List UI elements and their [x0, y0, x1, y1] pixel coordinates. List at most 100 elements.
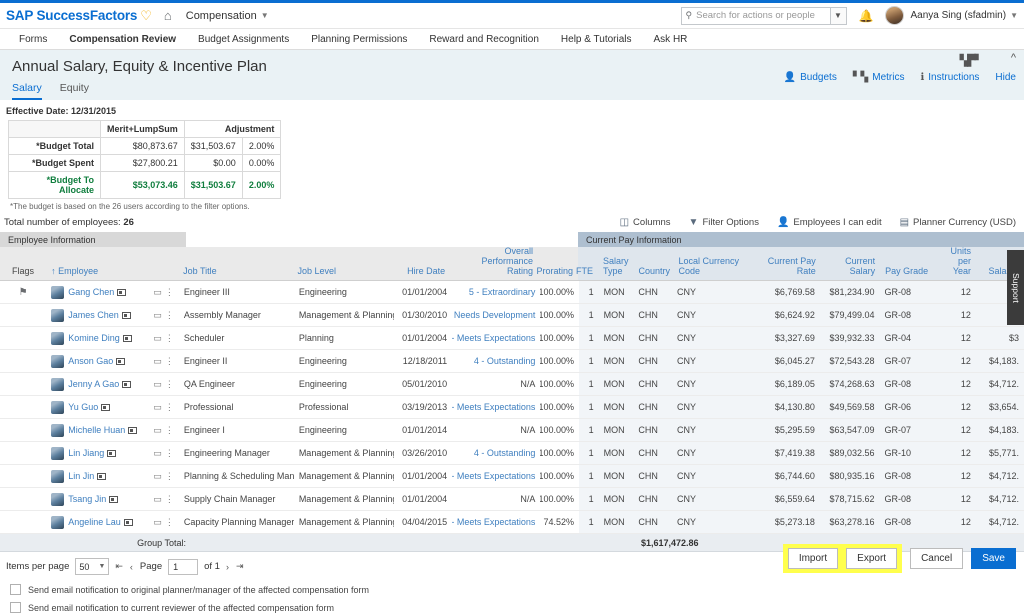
col-fte[interactable]: FTE — [576, 247, 599, 280]
flag-cell[interactable] — [0, 442, 46, 464]
table-row[interactable]: Angeline Lau ▭ ⋮ Capacity Planning Manager M… — [0, 511, 1024, 534]
col-job-title[interactable]: Job Title — [178, 247, 292, 280]
avatar[interactable] — [885, 6, 905, 25]
prev-page-button[interactable]: ‹ — [130, 562, 134, 572]
more-options-icon[interactable]: ⋮ — [165, 356, 174, 367]
col-prorating[interactable]: Prorating — [536, 247, 578, 280]
nav-item-ask-hr[interactable]: Ask HR — [643, 29, 699, 50]
comment-icon[interactable]: ▭ — [153, 448, 162, 459]
more-options-icon[interactable]: ⋮ — [165, 402, 174, 413]
employee-card-icon[interactable] — [101, 403, 111, 411]
flag-cell[interactable] — [0, 465, 46, 487]
comment-icon[interactable]: ▭ — [153, 494, 162, 505]
comment-icon[interactable]: ▭ — [153, 287, 162, 298]
employee-card-icon[interactable] — [122, 334, 132, 342]
employee-name[interactable]: Lin Jin — [68, 471, 94, 481]
flag-cell[interactable] — [0, 419, 46, 441]
import-button[interactable]: Import — [787, 548, 839, 569]
comment-icon[interactable]: ▭ — [153, 425, 162, 436]
flag-cell[interactable] — [0, 304, 46, 326]
more-options-icon[interactable]: ⋮ — [165, 333, 174, 344]
support-tab[interactable]: Support — [1007, 250, 1024, 325]
col-job-level[interactable]: Job Level — [293, 247, 393, 280]
home-icon[interactable]: ⌂ — [164, 8, 172, 23]
employee-cell[interactable]: Lin Jin — [46, 465, 147, 487]
employee-cell[interactable]: Michelle Huan — [46, 419, 147, 441]
nav-item-budget-assignments[interactable]: Budget Assignments — [187, 29, 300, 50]
flag-cell[interactable] — [0, 350, 46, 372]
more-options-icon[interactable]: ⋮ — [165, 425, 174, 436]
comment-icon[interactable]: ▭ — [153, 402, 162, 413]
items-per-page-select[interactable]: 50 ▼ — [75, 558, 110, 575]
flag-cell[interactable] — [0, 488, 46, 510]
metrics-button[interactable]: ▘▚ Metrics — [853, 72, 905, 83]
filter-options-button[interactable]: ▼ Filter Options — [689, 217, 759, 228]
employee-cell[interactable]: Komine Ding — [46, 327, 147, 349]
chevron-down-icon[interactable]: ▼ — [261, 11, 269, 20]
employee-cell[interactable]: Jenny A Gao — [46, 373, 147, 395]
module-selector[interactable]: Compensation — [186, 10, 257, 22]
employee-name[interactable]: Anson Gao — [68, 356, 113, 366]
table-row[interactable]: Jenny A Gao ▭ ⋮ QA Engineer Engineering 05/01… — [0, 373, 1024, 396]
employee-cell[interactable]: Gang Chen — [46, 281, 147, 303]
employee-name[interactable]: Jenny A Gao — [68, 379, 119, 389]
table-row[interactable]: Yu Guo ▭ ⋮ Professional Professional 03/19/20… — [0, 396, 1024, 419]
checkbox-row[interactable]: Send email notification to original plan… — [10, 584, 1016, 595]
table-row[interactable]: Tsang Jin ▭ ⋮ Supply Chain Manager Managemen… — [0, 488, 1024, 511]
flag-cell[interactable] — [0, 396, 46, 418]
employee-cell[interactable]: Tsang Jin — [46, 488, 147, 510]
user-menu-chevron-icon[interactable]: ▼ — [1010, 11, 1018, 20]
col-salary-type[interactable]: Salary Type — [598, 247, 634, 280]
table-row[interactable]: James Chen ▭ ⋮ Assembly Manager Management &… — [0, 304, 1024, 327]
nav-item-forms[interactable]: Forms — [8, 29, 58, 50]
employee-card-icon[interactable] — [121, 311, 131, 319]
comment-icon[interactable]: ▭ — [153, 517, 162, 528]
more-options-icon[interactable]: ⋮ — [165, 471, 174, 482]
employee-card-icon[interactable] — [116, 357, 126, 365]
employee-card-icon[interactable] — [122, 380, 132, 388]
columns-button[interactable]: ◫ Columns — [620, 217, 671, 228]
employee-name[interactable]: James Chen — [68, 310, 119, 320]
more-options-icon[interactable]: ⋮ — [165, 494, 174, 505]
notify-original-planner-checkbox[interactable] — [10, 584, 21, 595]
table-row[interactable]: Komine Ding ▭ ⋮ Scheduler Planning 01/01/2004… — [0, 327, 1024, 350]
tab-salary[interactable]: Salary — [12, 82, 42, 100]
employee-card-icon[interactable] — [97, 472, 107, 480]
employee-cell[interactable]: Angeline Lau — [46, 511, 147, 533]
flag-cell[interactable] — [0, 373, 46, 395]
employee-card-icon[interactable] — [128, 426, 138, 434]
checkbox-row[interactable]: Send email notification to current revie… — [10, 602, 1016, 613]
col-flags[interactable]: Flags — [0, 247, 46, 280]
flag-cell[interactable] — [0, 511, 46, 533]
flag-cell[interactable]: ⚑ — [0, 281, 46, 303]
save-button[interactable]: Save — [971, 548, 1016, 569]
table-row[interactable]: Lin Jin ▭⋮ Planning & Scheduling Manager Ma… — [0, 465, 1024, 488]
employee-card-icon[interactable] — [107, 449, 117, 457]
instructions-button[interactable]: ℹ Instructions — [920, 72, 979, 83]
table-row[interactable]: ⚑ Gang Chen ▭ ⋮ Engineer III Engineering 01/01… — [0, 281, 1024, 304]
budgets-button[interactable]: 👤 Budgets — [784, 72, 837, 83]
planner-currency-button[interactable]: ▤ Planner Currency (USD) — [900, 217, 1016, 228]
nav-item-planning-permissions[interactable]: Planning Permissions — [300, 29, 418, 50]
bar-chart-icon[interactable]: ▚▛▘ — [960, 54, 983, 67]
more-options-icon[interactable]: ⋮ — [165, 287, 174, 298]
employee-name[interactable]: Yu Guo — [68, 402, 98, 412]
col-country[interactable]: Country — [633, 247, 674, 280]
table-row[interactable]: Anson Gao ▭ ⋮ Engineer II Engineering 12/18/2… — [0, 350, 1024, 373]
employee-name[interactable]: Gang Chen — [68, 287, 114, 297]
employee-name[interactable]: Michelle Huan — [68, 425, 125, 435]
employee-cell[interactable]: Yu Guo — [46, 396, 147, 418]
export-button[interactable]: Export — [846, 548, 898, 569]
col-employee[interactable]: ↑ Employee — [46, 247, 146, 280]
col-local-currency-code[interactable]: Local Currency Code — [673, 247, 756, 280]
more-options-icon[interactable]: ⋮ — [165, 448, 174, 459]
page-input[interactable]: 1 — [168, 558, 199, 575]
more-options-icon[interactable]: ⋮ — [165, 517, 174, 528]
cancel-button[interactable]: Cancel — [910, 548, 964, 569]
comment-icon[interactable]: ▭ — [153, 356, 162, 367]
employees-i-can-edit-button[interactable]: 👤 Employees I can edit — [777, 217, 882, 228]
chevron-up-icon[interactable]: ^ — [1011, 52, 1016, 64]
flag-cell[interactable] — [0, 327, 46, 349]
last-page-button[interactable]: ⇥ — [236, 561, 245, 572]
comment-icon[interactable]: ▭ — [153, 333, 162, 344]
